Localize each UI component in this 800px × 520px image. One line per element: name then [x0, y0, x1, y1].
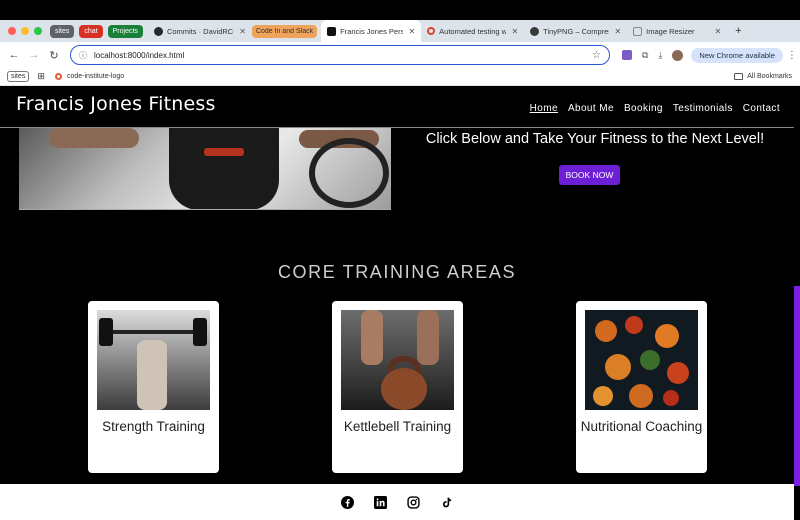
- strength-training-image: [97, 310, 210, 410]
- ci-icon: [427, 27, 436, 35]
- minimize-window-button[interactable]: [21, 27, 29, 35]
- site-navbar: Francis Jones Fitness Home About Me Book…: [0, 86, 794, 128]
- site-footer: [0, 484, 794, 520]
- nutritional-coaching-image: [585, 310, 698, 410]
- puzzle-icon[interactable]: ⧉: [642, 50, 648, 61]
- maximize-window-button[interactable]: [34, 27, 42, 35]
- window-top-strip: [0, 0, 800, 20]
- close-icon[interactable]: ✕: [511, 27, 518, 36]
- close-icon[interactable]: ✕: [239, 27, 246, 36]
- card-strength-training[interactable]: Strength Training: [88, 301, 219, 473]
- linkedin-icon[interactable]: [374, 495, 387, 509]
- tab-automated-testing[interactable]: Automated testing w ✕: [421, 20, 524, 42]
- panda-icon: [530, 26, 540, 36]
- github-icon: [153, 26, 163, 36]
- menu-kebab-icon[interactable]: ⋮: [787, 50, 797, 61]
- address-bar[interactable]: ⓘ localhost:8000/index.html ☆: [70, 45, 610, 65]
- back-arrow-icon[interactable]: ←: [4, 49, 24, 61]
- download-icon[interactable]: ⤓: [658, 50, 662, 61]
- card-kettlebell-training[interactable]: Kettlebell Training: [332, 301, 463, 473]
- tab-group-chat[interactable]: chat: [79, 24, 103, 38]
- nav-booking[interactable]: Booking: [624, 103, 663, 114]
- toolbar: ← → ↻ ⓘ localhost:8000/index.html ☆ ⧉ ⤓ …: [0, 42, 800, 68]
- facebook-icon[interactable]: [341, 495, 354, 509]
- tab-group-projects[interactable]: Projects: [107, 24, 143, 38]
- close-icon[interactable]: ✕: [408, 27, 415, 36]
- tab-bar: sites chat Projects Commits · DavidRC-F …: [0, 20, 800, 42]
- tab-group-sites[interactable]: sites: [50, 24, 75, 38]
- tiktok-icon[interactable]: [440, 496, 453, 509]
- bookmark-code-institute[interactable]: code-institute-logo: [54, 73, 124, 80]
- site-info-icon[interactable]: ⓘ: [79, 50, 87, 61]
- nav-testimonials[interactable]: Testimonials: [673, 103, 733, 114]
- close-window-button[interactable]: [8, 27, 16, 35]
- apps-grid-icon[interactable]: ⊞: [37, 71, 45, 82]
- page-viewport: Francis Jones Fitness Home About Me Book…: [0, 86, 800, 520]
- site-brand[interactable]: Francis Jones Fitness: [16, 93, 216, 115]
- section-title: CORE TRAINING AREAS: [277, 262, 517, 282]
- window-controls: [8, 27, 42, 35]
- tab-francis-jones[interactable]: Francis Jones Person ✕: [321, 20, 422, 42]
- kettlebell-training-image: [341, 310, 454, 410]
- card-nutritional-coaching[interactable]: Nutritional Coaching: [576, 301, 707, 473]
- new-tab-button[interactable]: +: [735, 25, 741, 37]
- site-icon: [327, 26, 337, 36]
- code-institute-icon: [54, 73, 62, 80]
- hero-heading: Click Below and Take Your Fitness to the…: [425, 131, 765, 147]
- folder-icon: [734, 73, 744, 80]
- close-icon[interactable]: ✕: [614, 27, 621, 36]
- book-now-button[interactable]: BOOK NOW: [559, 165, 620, 185]
- card-title: Nutritional Coaching: [580, 419, 703, 434]
- profile-avatar[interactable]: [672, 49, 684, 61]
- nav-contact[interactable]: Contact: [743, 103, 780, 114]
- bookmark-star-icon[interactable]: ☆: [592, 50, 601, 61]
- scrollbar[interactable]: [794, 286, 800, 486]
- update-chrome-button[interactable]: New Chrome available: [691, 47, 783, 63]
- tab-code-in-and-slack[interactable]: Code In and Slack: [251, 24, 318, 38]
- instagram-icon[interactable]: [407, 495, 420, 509]
- main-menu: Home About Me Booking Testimonials Conta…: [530, 103, 780, 114]
- nav-about-me[interactable]: About Me: [568, 103, 614, 114]
- tab-image-resizer[interactable]: Image Resizer ✕: [627, 20, 727, 42]
- forward-arrow-icon[interactable]: →: [24, 49, 44, 61]
- resize-icon: [633, 26, 643, 36]
- tab-commits[interactable]: Commits · DavidRC-F ✕: [148, 20, 252, 42]
- bookmarks-bar: sites ⊞ code-institute-logo All Bookmark…: [0, 68, 800, 86]
- all-bookmarks[interactable]: All Bookmarks: [734, 73, 792, 80]
- card-title: Kettlebell Training: [343, 419, 452, 434]
- extension-icons: ⧉ ⤓: [622, 49, 684, 61]
- nav-home[interactable]: Home: [530, 103, 558, 114]
- hero-image: [19, 128, 391, 210]
- extension-icon[interactable]: [622, 50, 632, 60]
- reload-icon[interactable]: ↻: [44, 49, 64, 62]
- close-icon[interactable]: ✕: [714, 27, 721, 36]
- url-text[interactable]: localhost:8000/index.html: [94, 51, 592, 60]
- tab-tinypng[interactable]: TinyPNG – Compress ✕: [524, 20, 627, 42]
- bookmark-sites[interactable]: sites: [7, 71, 30, 82]
- card-title: Strength Training: [102, 419, 205, 434]
